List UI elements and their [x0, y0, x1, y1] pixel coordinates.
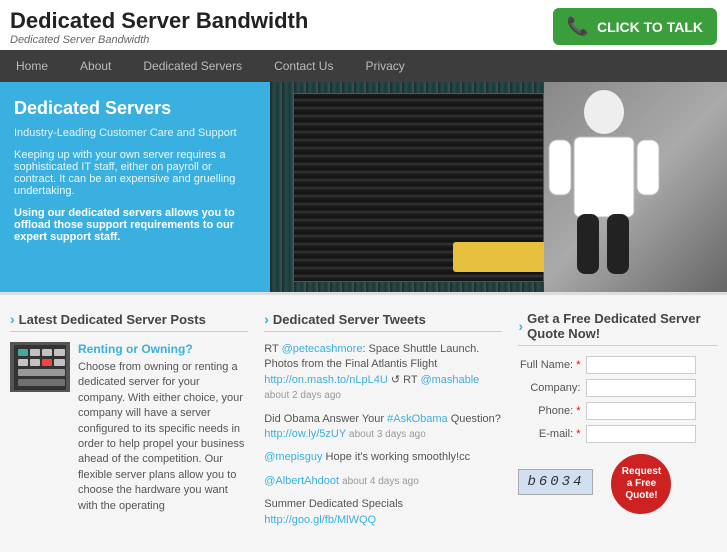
hero-highlight: Using our dedicated servers allows you t… — [14, 207, 256, 243]
phone-icon: 📞 — [567, 16, 589, 37]
latest-posts-title: Latest Dedicated Server Posts — [10, 311, 248, 332]
nav-item-about[interactable]: About — [64, 50, 127, 82]
tweet-link-askobama[interactable]: #AskObama — [387, 413, 448, 425]
tweet-link-mashable[interactable]: @mashable — [420, 374, 479, 386]
tweet-link-mepisguy[interactable]: @mepisguy — [264, 451, 322, 463]
quote-form-title: Get a Free Dedicated Server Quote Now! — [518, 311, 717, 346]
input-email[interactable] — [586, 425, 696, 443]
required-star: * — [576, 359, 580, 371]
post-item: Renting or Owning? Choose from owning or… — [10, 342, 248, 514]
nav-item-home[interactable]: Home — [0, 50, 64, 82]
form-bottom-row: b6034 Request a Free Quote! — [518, 449, 717, 514]
tweet-item-1: RT @petecashmore: Space Shuttle Launch. … — [264, 342, 502, 404]
tweet-text-3: @mepisguy Hope it's working smoothly!cc — [264, 451, 470, 463]
nav-item-contact[interactable]: Contact Us — [258, 50, 349, 82]
header: Dedicated Server Bandwidth Dedicated Ser… — [0, 0, 727, 50]
required-star-phone: * — [576, 405, 580, 417]
cta-label: CLICK TO TALK — [597, 19, 703, 35]
nav-item-privacy[interactable]: Privacy — [349, 50, 420, 82]
site-title: Dedicated Server Bandwidth — [10, 8, 308, 34]
tweet-item-4: @AlbertAhdoot about 4 days ago — [264, 474, 502, 489]
form-row-fullname: Full Name: * — [518, 356, 717, 374]
latest-posts-panel: Latest Dedicated Server Posts — [10, 311, 248, 536]
tweet-text-4: @AlbertAhdoot — [264, 475, 339, 487]
label-company: Company: — [518, 382, 586, 394]
tweet-meta-1: about 2 days ago — [264, 390, 341, 401]
tweet-link-1[interactable]: http://on.mash.to/nLpL4U — [264, 374, 388, 386]
tweet-item-3: @mepisguy Hope it's working smoothly!cc — [264, 450, 502, 465]
nav-link-dedicated-servers[interactable]: Dedicated Servers — [127, 50, 258, 82]
label-fullname: Full Name: * — [518, 359, 586, 371]
nav-link-privacy[interactable]: Privacy — [349, 50, 420, 82]
hero-image-panel — [270, 82, 727, 292]
hero-subtitle: Industry-Leading Customer Care and Suppo… — [14, 127, 256, 139]
input-phone[interactable] — [586, 402, 696, 420]
request-quote-button[interactable]: Request a Free Quote! — [611, 454, 671, 514]
tweets-title: Dedicated Server Tweets — [264, 311, 502, 332]
label-phone: Phone: * — [518, 405, 586, 417]
tweet-text-5: Summer Dedicated Specials http://goo.gl/… — [264, 498, 403, 525]
person-illustration — [544, 82, 727, 292]
tweet-meta-2: about 3 days ago — [349, 429, 426, 440]
input-fullname[interactable] — [586, 356, 696, 374]
nav-link-contact[interactable]: Contact Us — [258, 50, 349, 82]
form-row-company: Company: — [518, 379, 717, 397]
nav-link-about[interactable]: About — [64, 50, 127, 82]
site-title-area: Dedicated Server Bandwidth Dedicated Ser… — [10, 8, 308, 46]
captcha-text: b6034 — [518, 469, 593, 495]
required-star-email: * — [576, 428, 580, 440]
post-content: Renting or Owning? Choose from owning or… — [78, 342, 248, 514]
nav-item-dedicated-servers[interactable]: Dedicated Servers — [127, 50, 258, 82]
hero-title: Dedicated Servers — [14, 98, 256, 119]
nav-link-home[interactable]: Home — [0, 50, 64, 82]
tweet-link-albert[interactable]: @AlbertAhdoot — [264, 475, 339, 487]
tweet-link-2[interactable]: http://ow.ly/5zUY — [264, 428, 346, 440]
quote-form-fields: Full Name: * Company: Phone: * E-mail: * — [518, 356, 717, 443]
tweet-rt-1: ↺ RT @mashable — [391, 374, 479, 386]
hero-background — [270, 82, 727, 292]
main-nav: Home About Dedicated Servers Contact Us … — [0, 50, 727, 82]
tweet-link-5[interactable]: http://goo.gl/fb/MlWQQ — [264, 514, 376, 526]
click-to-talk-button[interactable]: 📞 CLICK TO TALK — [553, 8, 717, 45]
form-row-phone: Phone: * — [518, 402, 717, 420]
tweet-item-5: Summer Dedicated Specials http://goo.gl/… — [264, 497, 502, 528]
hero-body: Keeping up with your own server requires… — [14, 149, 256, 197]
post-body: Choose from owning or renting a dedicate… — [78, 360, 248, 514]
site-subtitle: Dedicated Server Bandwidth — [10, 34, 308, 46]
tweet-link-petecashmore[interactable]: @petecashmore — [282, 343, 363, 355]
tweet-meta-4: about 4 days ago — [342, 476, 419, 487]
hero-text-panel: Dedicated Servers Industry-Leading Custo… — [0, 82, 270, 292]
tweet-item-2: Did Obama Answer Your #AskObama Question… — [264, 412, 502, 443]
captcha-area: b6034 — [518, 469, 593, 495]
label-email: E-mail: * — [518, 428, 586, 440]
post-thumbnail — [10, 342, 70, 392]
form-row-email: E-mail: * — [518, 425, 717, 443]
keyboard-icon — [14, 345, 66, 390]
input-company[interactable] — [586, 379, 696, 397]
quote-form-panel: Get a Free Dedicated Server Quote Now! F… — [518, 311, 717, 536]
post-title: Renting or Owning? — [78, 342, 248, 356]
tweets-panel: Dedicated Server Tweets RT @petecashmore… — [264, 311, 502, 536]
hero-section: Dedicated Servers Industry-Leading Custo… — [0, 82, 727, 292]
person-svg — [544, 82, 664, 292]
content-section: Latest Dedicated Server Posts — [0, 292, 727, 552]
